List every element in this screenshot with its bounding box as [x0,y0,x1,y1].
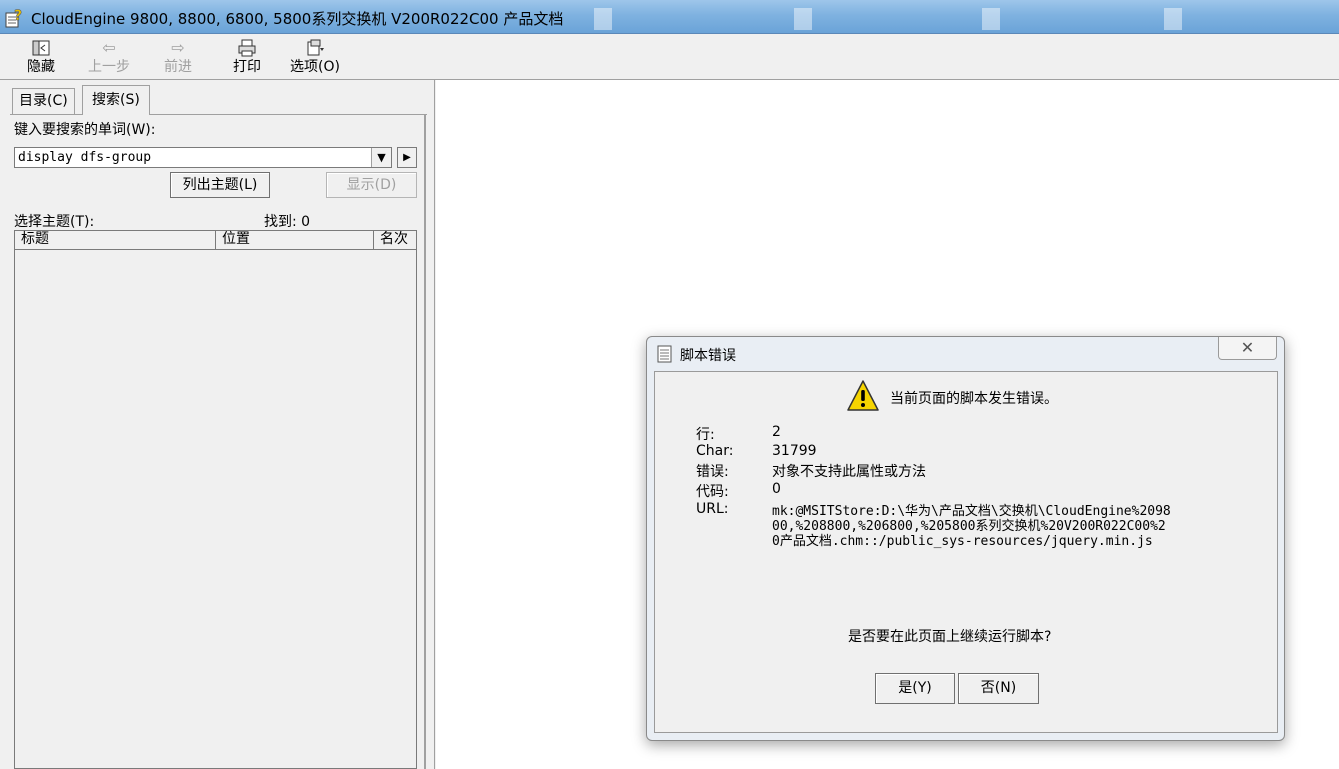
detail-value-code: 0 [772,481,781,497]
document-icon [657,345,672,363]
detail-key-code: 代码: [696,484,729,500]
found-count: 找到: 0 [264,214,311,230]
display-button[interactable]: 显示(D) [326,172,417,198]
detail-value-char: 31799 [772,443,817,459]
list-topics-button[interactable]: 列出主题(L) [170,172,270,198]
select-topic-label: 选择主题(T): [14,214,95,230]
forward-label: 前进 [164,59,192,75]
hide-label: 隐藏 [27,59,55,75]
toolbar: 隐藏 ⇦ 上一步 ⇨ 前进 打印 选项(O) [0,35,1339,80]
back-arrow-icon: ⇦ [102,38,116,57]
help-book-icon: ? [5,8,22,28]
window-title: CloudEngine 9800, 8800, 6800, 5800系列交换机 … [31,10,564,28]
desktop-icon-decoration [594,8,612,30]
hide-icon [22,38,60,58]
search-input[interactable]: display dfs-group [14,147,392,168]
continue-question: 是否要在此页面上继续运行脚本? [848,629,1052,645]
forward-arrow-icon: ⇨ [171,38,185,57]
window-title-bar: ? CloudEngine 9800, 8800, 6800, 5800系列交换… [0,0,1339,34]
yes-button[interactable]: 是(Y) [875,673,955,704]
tab-contents[interactable]: 目录(C) [12,88,75,115]
options-icon [288,38,342,58]
detail-key-line: 行: [696,427,715,443]
print-button[interactable]: 打印 [230,38,264,76]
dialog-title: 脚本错误 [680,348,736,364]
back-button[interactable]: ⇦ 上一步 [86,38,132,76]
hide-button[interactable]: 隐藏 [22,38,60,76]
pane-splitter[interactable] [427,80,435,769]
go-arrow-icon[interactable]: ▶ [397,147,417,168]
column-header-rank[interactable]: 名次 [374,231,416,250]
error-message: 当前页面的脚本发生错误。 [890,391,1058,407]
forward-button[interactable]: ⇨ 前进 [160,38,196,76]
desktop-icon-decoration [794,8,812,30]
svg-text:?: ? [14,8,22,24]
detail-key-char: Char: [696,443,734,459]
detail-value-url: mk:@MSITStore:D:\华为\产品文档\交换机\CloudEngine… [772,504,1171,549]
options-button[interactable]: 选项(O) [288,38,342,76]
detail-value-line: 2 [772,424,781,440]
results-list[interactable] [14,230,417,769]
column-header-location[interactable]: 位置 [216,231,374,250]
warning-icon [847,380,879,411]
detail-value-error: 对象不支持此属性或方法 [772,464,926,480]
no-button[interactable]: 否(N) [958,673,1039,704]
print-icon [230,38,264,58]
print-label: 打印 [233,59,261,75]
tab-divider [10,114,427,115]
tab-search[interactable]: 搜索(S) [82,85,150,115]
detail-key-url: URL: [696,501,729,517]
pane-border [424,114,426,769]
search-prompt-label: 键入要搜索的单词(W): [14,122,156,138]
detail-key-error: 错误: [696,464,729,480]
back-label: 上一步 [88,59,130,75]
desktop-icon-decoration [982,8,1000,30]
dropdown-arrow-icon[interactable]: ▼ [371,148,391,167]
desktop-icon-decoration [1164,8,1182,30]
options-label: 选项(O) [290,59,340,75]
column-header-title[interactable]: 标题 [15,231,216,250]
close-icon[interactable]: ✕ [1218,337,1277,360]
